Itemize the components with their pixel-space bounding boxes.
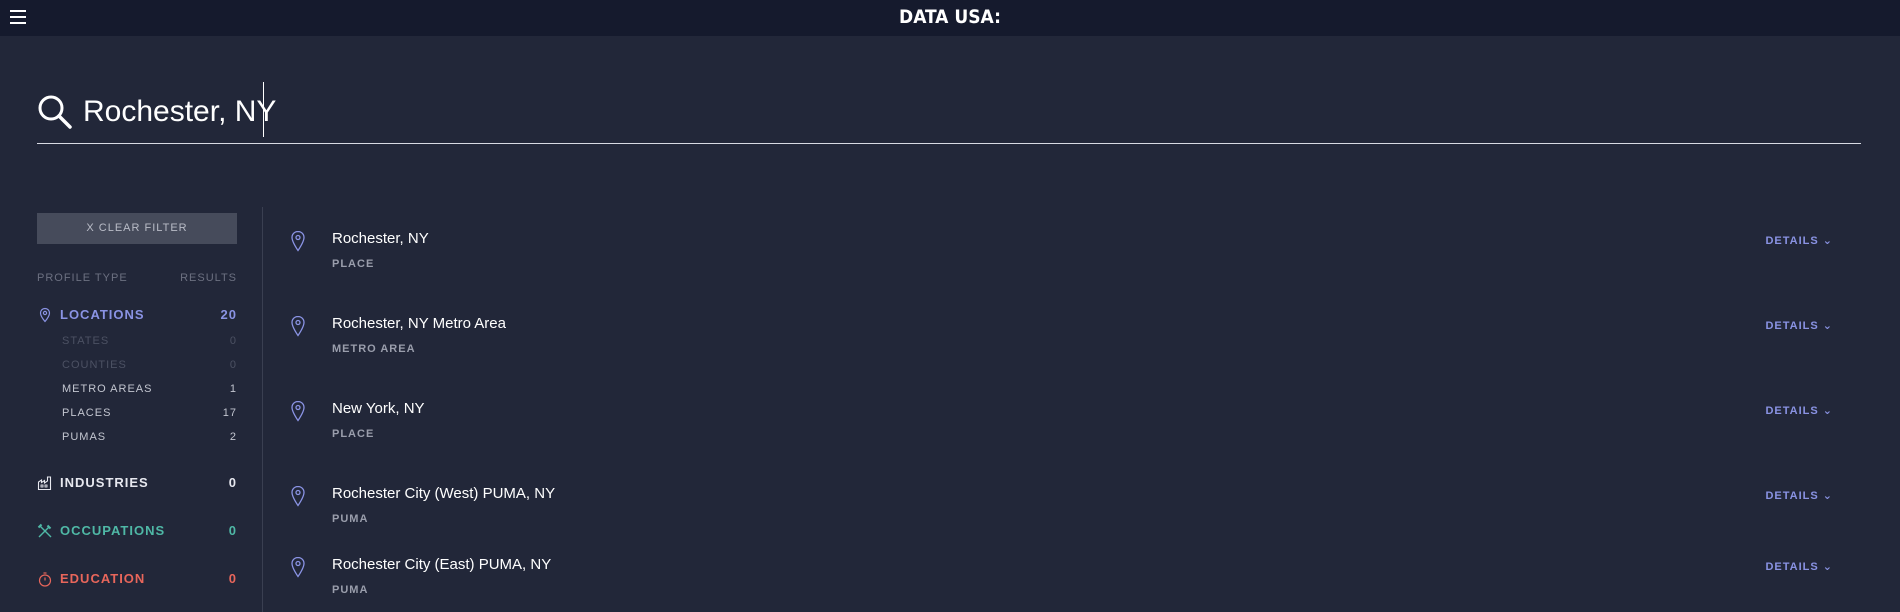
- details-label: DETAILS: [1765, 320, 1819, 332]
- details-label: DETAILS: [1765, 405, 1819, 417]
- result-type: PUMA: [332, 584, 369, 596]
- filter-counties[interactable]: COUNTIES 0: [62, 359, 237, 375]
- text-caret: [263, 82, 264, 137]
- result-item[interactable]: Rochester City (East) PUMA, NY PUMA DETA…: [290, 546, 1850, 612]
- filter-industries-count: 0: [228, 475, 237, 490]
- factory-icon: [37, 476, 52, 491]
- filter-counties-count: 0: [229, 359, 237, 371]
- filter-pumas-count: 2: [229, 431, 237, 443]
- result-name[interactable]: Rochester City (West) PUMA, NY: [332, 485, 555, 502]
- result-type: METRO AREA: [332, 343, 416, 355]
- clear-filter-button[interactable]: X CLEAR FILTER: [37, 213, 237, 244]
- filter-pumas-label: PUMAS: [62, 431, 107, 443]
- tools-icon: [37, 523, 52, 538]
- chevron-down-icon: ⌄: [1822, 320, 1833, 332]
- details-button[interactable]: DETAILS ⌄: [1765, 560, 1833, 573]
- filter-education[interactable]: EDUCATION 0: [37, 569, 237, 589]
- chevron-down-icon: ⌄: [1822, 405, 1833, 417]
- filter-locations-count: 20: [220, 307, 237, 322]
- filter-counties-label: COUNTIES: [62, 359, 127, 371]
- filter-metro-areas-label: METRO AREAS: [62, 383, 153, 395]
- details-label: DETAILS: [1765, 561, 1819, 573]
- filter-locations[interactable]: LOCATIONS 20: [37, 305, 237, 325]
- results-header: RESULTS: [180, 272, 237, 284]
- search-icon: [38, 95, 72, 129]
- top-bar: DATA USA:: [0, 0, 1900, 36]
- map-pin-icon: [291, 556, 305, 578]
- filter-places-label: PLACES: [62, 407, 112, 419]
- map-pin-icon: [291, 400, 305, 422]
- details-label: DETAILS: [1765, 490, 1819, 502]
- details-label: DETAILS: [1765, 235, 1819, 247]
- details-button[interactable]: DETAILS ⌄: [1765, 489, 1833, 502]
- filter-states[interactable]: STATES 0: [62, 335, 237, 351]
- filter-education-count: 0: [228, 571, 237, 586]
- chevron-down-icon: ⌄: [1822, 561, 1833, 573]
- details-button[interactable]: DETAILS ⌄: [1765, 234, 1833, 247]
- filter-states-count: 0: [229, 335, 237, 347]
- chevron-down-icon: ⌄: [1822, 490, 1833, 502]
- result-item[interactable]: New York, NY PLACE DETAILS ⌄: [290, 390, 1850, 460]
- result-type: PUMA: [332, 513, 369, 525]
- filter-industries[interactable]: INDUSTRIES 0: [37, 473, 237, 493]
- filter-places-count: 17: [222, 407, 237, 419]
- result-type: PLACE: [332, 258, 375, 270]
- filter-occupations[interactable]: OCCUPATIONS 0: [37, 521, 237, 541]
- filter-locations-label: LOCATIONS: [60, 307, 145, 322]
- profile-type-header: PROFILE TYPE: [37, 272, 128, 284]
- filter-occupations-count: 0: [228, 523, 237, 538]
- result-name[interactable]: Rochester, NY Metro Area: [332, 315, 506, 332]
- chevron-down-icon: ⌄: [1822, 235, 1833, 247]
- filter-metro-areas-count: 1: [229, 383, 237, 395]
- stopwatch-icon: [38, 572, 52, 587]
- details-button[interactable]: DETAILS ⌄: [1765, 319, 1833, 332]
- search-bar: [37, 82, 1861, 144]
- map-pin-icon: [39, 307, 51, 323]
- filter-occupations-label: OCCUPATIONS: [60, 523, 166, 538]
- map-pin-icon: [291, 485, 305, 507]
- result-name[interactable]: New York, NY: [332, 400, 425, 417]
- filter-education-label: EDUCATION: [60, 571, 146, 586]
- result-name[interactable]: Rochester City (East) PUMA, NY: [332, 556, 551, 573]
- result-item[interactable]: Rochester, NY PLACE DETAILS ⌄: [290, 220, 1850, 290]
- filter-industries-label: INDUSTRIES: [60, 475, 149, 490]
- result-type: PLACE: [332, 428, 375, 440]
- datausa-logo[interactable]: DATA USA:: [0, 6, 1900, 28]
- search-input[interactable]: [81, 86, 1781, 138]
- filter-places[interactable]: PLACES 17: [62, 407, 237, 423]
- result-name[interactable]: Rochester, NY: [332, 230, 429, 247]
- sidebar-divider: [262, 207, 263, 612]
- map-pin-icon: [291, 230, 305, 252]
- filter-pumas[interactable]: PUMAS 2: [62, 431, 237, 447]
- details-button[interactable]: DETAILS ⌄: [1765, 404, 1833, 417]
- filter-metro-areas[interactable]: METRO AREAS 1: [62, 383, 237, 399]
- map-pin-icon: [291, 315, 305, 337]
- result-item[interactable]: Rochester, NY Metro Area METRO AREA DETA…: [290, 305, 1850, 375]
- filter-states-label: STATES: [62, 335, 110, 347]
- result-item[interactable]: Rochester City (West) PUMA, NY PUMA DETA…: [290, 475, 1850, 545]
